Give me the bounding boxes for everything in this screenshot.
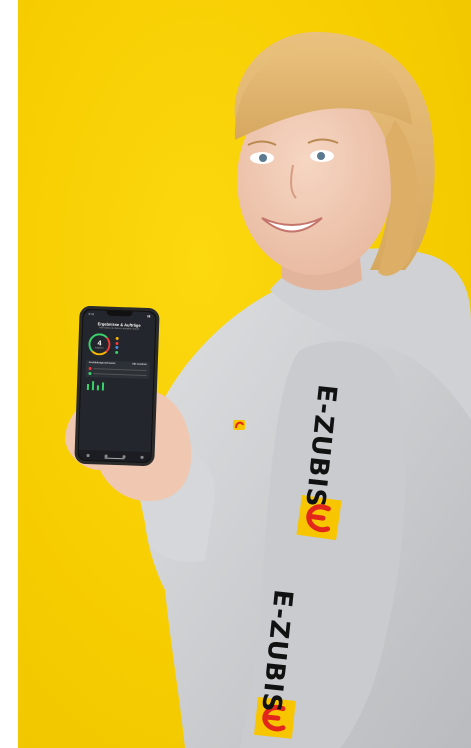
phone-notch: [106, 310, 133, 317]
person-illustration: [65, 31, 471, 748]
bar: [91, 381, 95, 391]
section-title: Ausbildungsnachweise: [88, 361, 116, 366]
status-time: 9:41: [88, 311, 95, 317]
reports-section[interactable]: Ausbildungsnachweise Alle ansehen: [85, 360, 150, 380]
bar: [96, 385, 100, 391]
legend-item: [115, 345, 119, 350]
phone-screen: 9:41 ▮▮ Ergebnisse & Aufträge Hier siehs…: [78, 309, 156, 463]
profile-tab-icon[interactable]: [139, 455, 144, 459]
home-tab-icon[interactable]: [86, 453, 90, 457]
smartphone: 9:41 ▮▮ Ergebnisse & Aufträge Hier siehs…: [74, 305, 160, 467]
tab-bar: [78, 449, 151, 463]
legend-item: [115, 341, 119, 345]
list-item[interactable]: [88, 367, 147, 372]
legend-item: [115, 350, 119, 354]
progress-ring: 4 Aufgaben: [88, 333, 111, 357]
ring-label: Aufgaben: [94, 346, 104, 350]
photo-scene: E-ZUBIS E-ZUBIS 9:41 ▮▮ Ergebnisse & Auf…: [0, 0, 471, 748]
status-legend: [115, 336, 119, 354]
legend-item: [115, 336, 119, 341]
bar: [101, 382, 105, 391]
chest-logo: [233, 420, 245, 430]
bar: [86, 384, 90, 391]
mini-bar-chart: [86, 380, 147, 392]
section-link[interactable]: Alle ansehen: [132, 363, 147, 367]
battery-icon: ▮▮: [147, 314, 151, 319]
progress-summary: 4 Aufgaben: [82, 330, 155, 357]
list-item[interactable]: [88, 372, 147, 377]
